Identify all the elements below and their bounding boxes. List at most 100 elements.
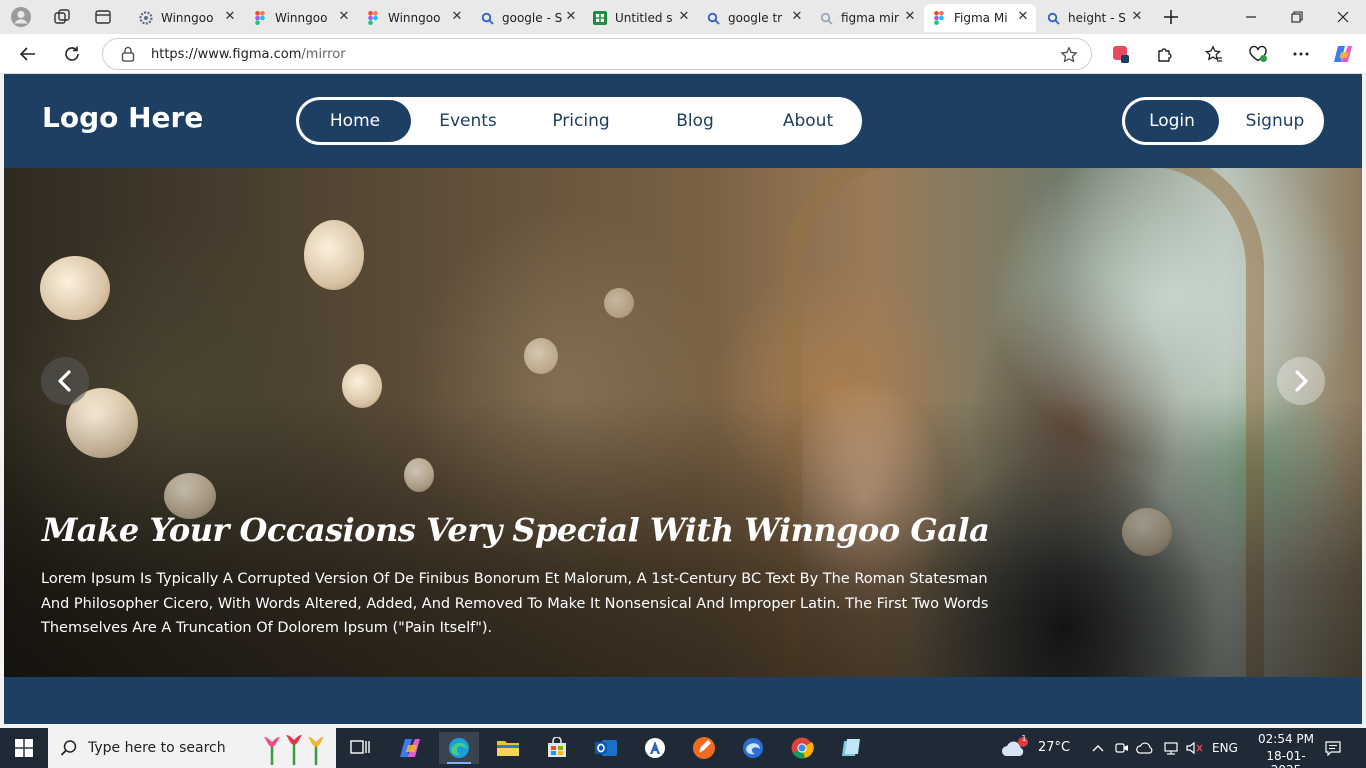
close-tab-icon[interactable]: ✕ [337,10,351,24]
tab-actions-icon[interactable] [90,5,116,29]
browser-tab[interactable]: Winngoo ✕ [245,4,357,32]
lock-icon[interactable] [119,45,137,63]
chevron-left-icon [58,370,71,392]
active-app-indicator [447,762,471,764]
browser-tab[interactable]: google tr ✕ [698,4,810,32]
weather-cloud-icon[interactable]: 1 [998,732,1032,764]
chrome-icon[interactable] [782,732,822,764]
page-viewport: Logo Here Home Events Pricing Blog About… [4,74,1362,724]
pen-app-icon[interactable] [684,732,724,764]
browser-toolbar: https://www.figma.com/mirror [0,34,1366,74]
nav-item-home[interactable]: Home [299,100,411,142]
copilot-app-icon[interactable] [390,732,430,764]
search-icon [819,11,833,25]
browser-tab-strip: Winngoo ✕ Winngoo ✕ Winngoo ✕ google - S… [0,0,1366,34]
search-icon [1046,11,1060,25]
notepad-app-icon[interactable] [831,732,871,764]
tab-label: figma mir [841,11,899,25]
meet-now-icon[interactable] [1112,732,1132,764]
taskbar-search[interactable]: Type here to search [48,728,336,768]
close-tab-icon[interactable]: ✕ [903,10,917,24]
nav-item-about[interactable]: About [753,100,863,142]
signup-button[interactable]: Signup [1228,100,1322,142]
url-path: /mirror [301,46,346,62]
settings-gear-icon [139,11,153,25]
clock-time[interactable]: 02:54 PM [1254,732,1318,746]
restore-window-icon[interactable] [1274,0,1320,34]
outlook-icon[interactable] [586,732,626,764]
login-button[interactable]: Login [1125,100,1219,142]
clock-date[interactable]: 18-01-2025 [1254,749,1318,768]
edge-workspace-icon[interactable] [733,732,773,764]
section-footer-strip [4,677,1362,724]
carousel-next-button[interactable] [1277,357,1325,405]
onedrive-cloud-icon[interactable] [1134,732,1156,764]
url-text[interactable]: https://www.figma.com/mirror [151,47,346,62]
windows-start-icon[interactable] [0,728,48,768]
carousel-prev-button[interactable] [41,357,89,405]
tulips-icon [264,735,324,765]
weather-badge: 1 [1021,734,1027,743]
site-logo[interactable]: Logo Here [42,101,203,134]
close-window-icon[interactable] [1320,0,1366,34]
network-icon[interactable] [1160,732,1182,764]
microsoft-store-icon[interactable] [537,732,577,764]
nav-item-pricing[interactable]: Pricing [526,100,636,142]
hero-banner: Make Your Occasions Very Special With Wi… [4,168,1362,677]
minimize-window-icon[interactable] [1228,0,1274,34]
sheets-icon [593,11,607,25]
hero-title: Make Your Occasions Very Special With Wi… [42,511,990,549]
close-tab-icon[interactable]: ✕ [790,10,804,24]
browser-tab[interactable]: Winngoo ✕ [131,4,243,32]
language-indicator[interactable]: ENG [1212,741,1238,755]
app-icon[interactable] [635,732,675,764]
browser-tab[interactable]: Untitled s ✕ [585,4,697,32]
main-nav: Home Events Pricing Blog About [296,97,862,145]
browser-tab[interactable]: figma mir ✕ [811,4,923,32]
auth-buttons: Login Signup [1122,97,1324,145]
search-icon [60,740,77,756]
favorite-star-icon[interactable] [1059,45,1079,65]
close-tab-icon[interactable]: ✕ [564,10,578,24]
workspaces-icon[interactable] [49,5,75,29]
close-tab-icon[interactable]: ✕ [450,10,464,24]
tab-label: google - S [502,11,563,25]
browser-essentials-icon[interactable] [1245,42,1271,66]
browser-tab[interactable]: Winngoo ✕ [358,4,470,32]
figma-extension-icon[interactable] [1108,42,1134,66]
hero-description: Lorem Ipsum Is Typically A Corrupted Ver… [41,571,989,636]
nav-item-blog[interactable]: Blog [643,100,747,142]
volume-muted-icon[interactable] [1184,732,1206,764]
notifications-icon[interactable] [1320,732,1346,764]
close-tab-icon[interactable]: ✕ [1130,10,1144,24]
weather-temperature[interactable]: 27°C [1038,740,1070,755]
browser-tab[interactable]: google - S ✕ [472,4,584,32]
browser-tab[interactable]: height - S ✕ [1038,4,1150,32]
browser-tab-active[interactable]: Figma Mi ✕ [924,4,1036,32]
refresh-icon[interactable] [59,42,85,66]
tab-label: Winngoo [161,11,214,25]
tab-label: google tr [728,11,783,25]
back-arrow-icon[interactable] [15,42,41,66]
favorites-icon[interactable] [1201,42,1227,66]
tab-label: height - S [1068,11,1126,25]
nav-item-events[interactable]: Events [415,100,521,142]
new-tab-plus-icon[interactable] [1158,5,1184,29]
more-options-icon[interactable] [1288,42,1314,66]
chevron-right-icon [1295,370,1308,392]
copilot-icon[interactable] [1330,42,1356,66]
close-tab-icon[interactable]: ✕ [677,10,691,24]
close-tab-icon[interactable]: ✕ [223,10,237,24]
tab-label: Untitled s [615,11,673,25]
task-view-icon[interactable] [340,732,380,764]
edge-browser-icon[interactable] [439,732,479,764]
extensions-puzzle-icon[interactable] [1152,42,1178,66]
address-bar[interactable]: https://www.figma.com/mirror [102,38,1092,70]
search-icon [480,11,494,25]
chevron-up-icon[interactable] [1088,732,1108,764]
file-explorer-icon[interactable] [488,732,528,764]
profile-avatar-icon[interactable] [8,5,34,29]
site-header: Logo Here Home Events Pricing Blog About… [4,74,1362,168]
close-tab-icon[interactable]: ✕ [1016,10,1030,24]
url-host: https://www.figma.com [151,46,302,62]
